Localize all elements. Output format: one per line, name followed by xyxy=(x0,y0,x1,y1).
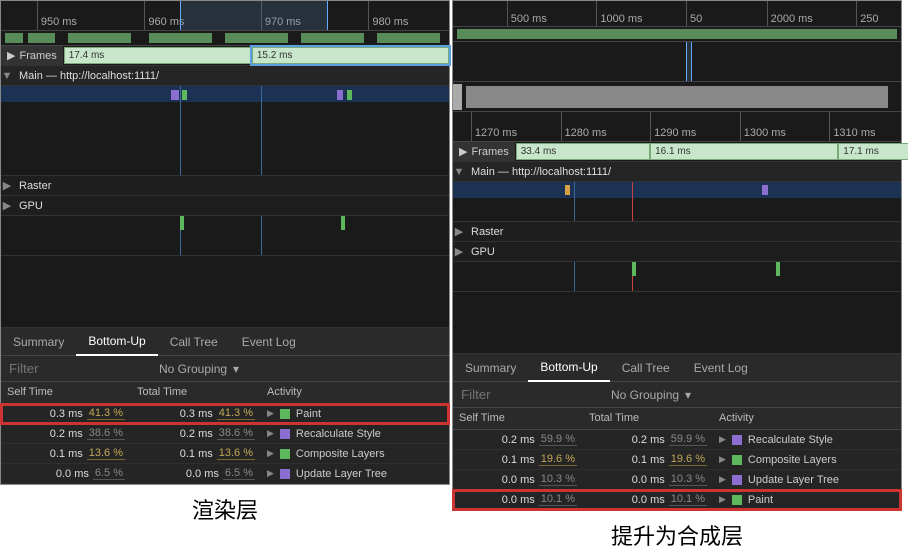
cpu-overview[interactable] xyxy=(1,31,449,46)
tab-call-tree[interactable]: Call Tree xyxy=(610,355,682,381)
table-row[interactable]: 0.2 ms38.6 %0.2 ms38.6 %▶Recalculate Sty… xyxy=(1,424,449,444)
color-swatch xyxy=(732,455,742,465)
expand-icon[interactable]: ▶ xyxy=(1,179,13,192)
chevron-down-icon: ▾ xyxy=(685,388,691,402)
expand-icon[interactable]: ▶ xyxy=(267,448,274,459)
devtools-panel-left: 950 ms 960 ms 970 ms 980 ms ▶ Frames 17.4… xyxy=(0,0,450,485)
color-swatch xyxy=(280,449,290,459)
expand-icon[interactable]: ▶ xyxy=(7,49,15,62)
expand-icon[interactable]: ▶ xyxy=(453,225,465,238)
color-swatch xyxy=(732,475,742,485)
gpu-row[interactable]: ▶GPU xyxy=(1,196,449,216)
activity-name: Composite Layers xyxy=(296,448,385,460)
expand-icon[interactable]: ▶ xyxy=(719,494,726,505)
col-activity[interactable]: Activity xyxy=(713,408,901,429)
tab-event-log[interactable]: Event Log xyxy=(230,329,308,355)
expand-icon[interactable]: ▶ xyxy=(267,468,274,479)
color-swatch xyxy=(732,435,742,445)
table-body: 0.3 ms41.3 %0.3 ms41.3 %▶Paint0.2 ms38.6… xyxy=(1,404,449,484)
raster-row[interactable]: ▶Raster xyxy=(453,222,901,242)
caption-left: 渲染层 xyxy=(0,493,450,525)
activity-name: Recalculate Style xyxy=(296,428,381,440)
expand-icon[interactable]: ▶ xyxy=(719,454,726,465)
raster-row[interactable]: ▶Raster xyxy=(1,176,449,196)
tab-event-log[interactable]: Event Log xyxy=(682,355,760,381)
collapse-icon[interactable]: ▼ xyxy=(1,70,13,82)
frame-block[interactable]: 33.4 ms xyxy=(516,143,650,160)
expand-icon[interactable]: ▶ xyxy=(267,408,274,419)
tick: 950 ms xyxy=(37,1,77,30)
flame-chart[interactable] xyxy=(1,86,449,176)
activity-name: Update Layer Tree xyxy=(296,468,387,480)
table-row[interactable]: 0.1 ms13.6 %0.1 ms13.6 %▶Composite Layer… xyxy=(1,444,449,464)
tick: 960 ms xyxy=(144,1,184,30)
timeline-ruler[interactable]: 950 ms 960 ms 970 ms 980 ms xyxy=(1,1,449,31)
col-total-time[interactable]: Total Time xyxy=(583,408,713,429)
col-self-time[interactable]: Self Time xyxy=(1,382,131,403)
gpu-lane[interactable] xyxy=(1,216,449,256)
tab-call-tree[interactable]: Call Tree xyxy=(158,329,230,355)
expand-icon[interactable]: ▶ xyxy=(719,474,726,485)
expand-icon[interactable]: ▶ xyxy=(453,245,465,258)
grouping-select[interactable]: No Grouping▾ xyxy=(151,359,247,379)
activity-name: Recalculate Style xyxy=(748,434,833,446)
table-row[interactable]: 0.3 ms41.3 %0.3 ms41.3 %▶Paint xyxy=(1,404,449,424)
col-self-time[interactable]: Self Time xyxy=(453,408,583,429)
frames-lane[interactable]: ▶ Frames 17.4 ms 15.2 ms xyxy=(1,46,449,66)
col-activity[interactable]: Activity xyxy=(261,382,449,403)
cpu-mini[interactable] xyxy=(453,27,901,42)
gpu-row[interactable]: ▶GPU xyxy=(453,242,901,262)
overview-strip[interactable] xyxy=(453,42,901,82)
table-body: 0.2 ms59.9 %0.2 ms59.9 %▶Recalculate Sty… xyxy=(453,430,901,510)
color-swatch xyxy=(280,409,290,419)
color-swatch xyxy=(732,495,742,505)
color-swatch xyxy=(280,429,290,439)
col-total-time[interactable]: Total Time xyxy=(131,382,261,403)
tab-summary[interactable]: Summary xyxy=(453,355,528,381)
overview-ruler[interactable]: 500 ms 1000 ms 50 2000 ms 250 xyxy=(453,1,901,27)
main-thread-row[interactable]: ▼ Main — http://localhost:1111/ xyxy=(1,66,449,86)
expand-icon[interactable]: ▶ xyxy=(1,199,13,212)
expand-icon[interactable]: ▶ xyxy=(719,434,726,445)
activity-name: Update Layer Tree xyxy=(748,474,839,486)
chevron-down-icon: ▾ xyxy=(233,362,239,376)
details-tabs: Summary Bottom-Up Call Tree Event Log xyxy=(1,328,449,356)
table-row[interactable]: 0.2 ms59.9 %0.2 ms59.9 %▶Recalculate Sty… xyxy=(453,430,901,450)
filter-input[interactable] xyxy=(453,384,603,405)
frames-label: Frames xyxy=(19,50,56,62)
color-swatch xyxy=(280,469,290,479)
tab-bottom-up[interactable]: Bottom-Up xyxy=(76,328,157,356)
collapse-icon[interactable]: ▼ xyxy=(453,166,465,178)
flame-chart[interactable] xyxy=(453,182,901,222)
tick: 980 ms xyxy=(368,1,408,30)
expand-icon[interactable]: ▶ xyxy=(459,145,467,158)
gpu-lane[interactable] xyxy=(453,262,901,292)
grouping-select[interactable]: No Grouping▾ xyxy=(603,385,699,405)
table-row[interactable]: 0.0 ms10.3 %0.0 ms10.3 %▶Update Layer Tr… xyxy=(453,470,901,490)
frame-block[interactable]: 17.4 ms xyxy=(64,47,252,64)
main-thread-row[interactable]: ▼ Main — http://localhost:1111/ xyxy=(453,162,901,182)
filter-input[interactable] xyxy=(1,358,151,379)
caption-right: 提升为合成层 xyxy=(452,519,902,551)
activity-name: Paint xyxy=(296,408,321,420)
frame-block[interactable]: 15.2 ms xyxy=(252,47,449,64)
devtools-panel-right: 500 ms 1000 ms 50 2000 ms 250 1270 ms 12… xyxy=(452,0,902,511)
frame-block[interactable]: 16.1 ms xyxy=(650,143,838,160)
frames-lane[interactable]: ▶Frames 33.4 ms 16.1 ms 17.1 ms xyxy=(453,142,901,162)
details-tabs: Summary Bottom-Up Call Tree Event Log xyxy=(453,354,901,382)
table-row[interactable]: 0.0 ms6.5 %0.0 ms6.5 %▶Update Layer Tree xyxy=(1,464,449,484)
tab-bottom-up[interactable]: Bottom-Up xyxy=(528,354,609,382)
activity-name: Paint xyxy=(748,494,773,506)
table-header: Self Time Total Time Activity xyxy=(453,408,901,430)
table-row[interactable]: 0.0 ms10.1 %0.0 ms10.1 %▶Paint xyxy=(453,490,901,510)
table-header: Self Time Total Time Activity xyxy=(1,382,449,404)
tab-summary[interactable]: Summary xyxy=(1,329,76,355)
table-row[interactable]: 0.1 ms19.6 %0.1 ms19.6 %▶Composite Layer… xyxy=(453,450,901,470)
frame-block[interactable]: 17.1 ms xyxy=(838,143,908,160)
timeline-ruler[interactable]: 1270 ms 1280 ms 1290 ms 1300 ms 1310 ms xyxy=(453,112,901,142)
activity-name: Composite Layers xyxy=(748,454,837,466)
expand-icon[interactable]: ▶ xyxy=(267,428,274,439)
frames-overview[interactable] xyxy=(453,82,901,112)
